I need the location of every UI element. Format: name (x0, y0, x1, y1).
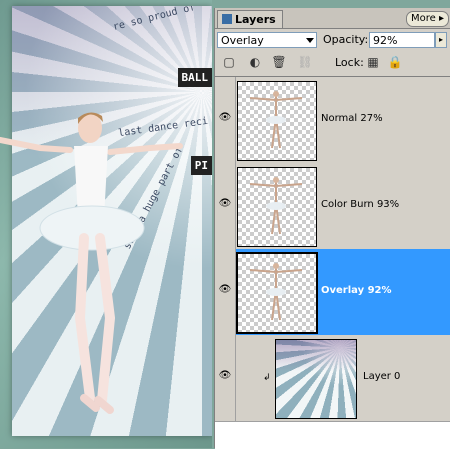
lock-all-icon[interactable]: 🔒 (387, 54, 403, 70)
link-icon[interactable]: ⛓ (297, 54, 313, 70)
dancer-thumbnail-icon (249, 91, 303, 149)
layer-row-color-burn[interactable]: 👁 Color Burn 93% (215, 163, 450, 250)
eye-icon: 👁 (218, 370, 232, 381)
opacity-input[interactable]: 92% (369, 32, 435, 48)
opacity-label: Opacity: (323, 33, 369, 46)
eye-icon: 👁 (218, 284, 232, 295)
layer-name[interactable]: Color Burn 93% (321, 199, 399, 210)
lock-label: Lock: (335, 56, 364, 69)
visibility-toggle[interactable]: 👁 (215, 77, 236, 163)
layer-name[interactable]: Layer 0 (363, 371, 400, 382)
eye-icon: 👁 (218, 198, 232, 209)
layer-row-layer-0[interactable]: 👁 ↲ Layer 0 (215, 335, 450, 422)
visibility-toggle[interactable]: 👁 (215, 249, 236, 335)
clip-arrow-icon: ↲ (263, 373, 271, 383)
chevron-down-icon (306, 38, 314, 43)
layer-row-overlay[interactable]: 👁 Overlay 92% (215, 249, 450, 336)
layer-thumbnail (275, 339, 357, 419)
ballerina-photo (0, 112, 183, 414)
blend-mode-select[interactable]: Overlay (217, 32, 317, 48)
photoshop-icon (222, 14, 232, 24)
dancer-thumbnail-icon (249, 263, 303, 321)
document-canvas[interactable]: re so proud of BALL last dance reci PI s… (0, 0, 212, 448)
visibility-toggle[interactable]: 👁 (215, 163, 236, 249)
layer-thumbnail (237, 81, 317, 161)
layers-panel: Layers More ▸ Overlay Opacity: 92% ▸ ▢ ◐… (214, 8, 450, 449)
blend-opacity-row: Overlay Opacity: 92% ▸ (217, 32, 449, 50)
visibility-toggle[interactable]: 👁 (215, 335, 236, 421)
layer-thumbnail (236, 252, 318, 334)
new-layer-icon[interactable]: ▢ (221, 54, 237, 70)
dancer-thumbnail-icon (249, 177, 303, 235)
more-button[interactable]: More ▸ (406, 11, 449, 27)
opacity-slider-button[interactable]: ▸ (435, 32, 447, 48)
lock-row: ▢ ◐ 🗑 ⛓ Lock: ▦ 🔒 (217, 54, 449, 72)
trash-icon[interactable]: 🗑 (271, 54, 287, 70)
tab-layers[interactable]: Layers (217, 10, 283, 28)
eye-icon: 👁 (218, 112, 232, 123)
layer-name[interactable]: Overlay 92% (321, 285, 392, 296)
mask-icon[interactable]: ◐ (247, 54, 263, 70)
layer-row-normal[interactable]: 👁 Normal 27% (215, 77, 450, 164)
panel-tab-bar: Layers More ▸ (215, 8, 450, 29)
layer-name[interactable]: Normal 27% (321, 113, 383, 124)
layer-thumbnail (237, 167, 317, 247)
layers-list: 👁 Normal 27% 👁 Color Burn 93% 👁 Overlay … (215, 76, 450, 449)
lock-transparent-icon[interactable]: ▦ (365, 54, 381, 70)
stamp-label-1: BALL (177, 68, 212, 87)
